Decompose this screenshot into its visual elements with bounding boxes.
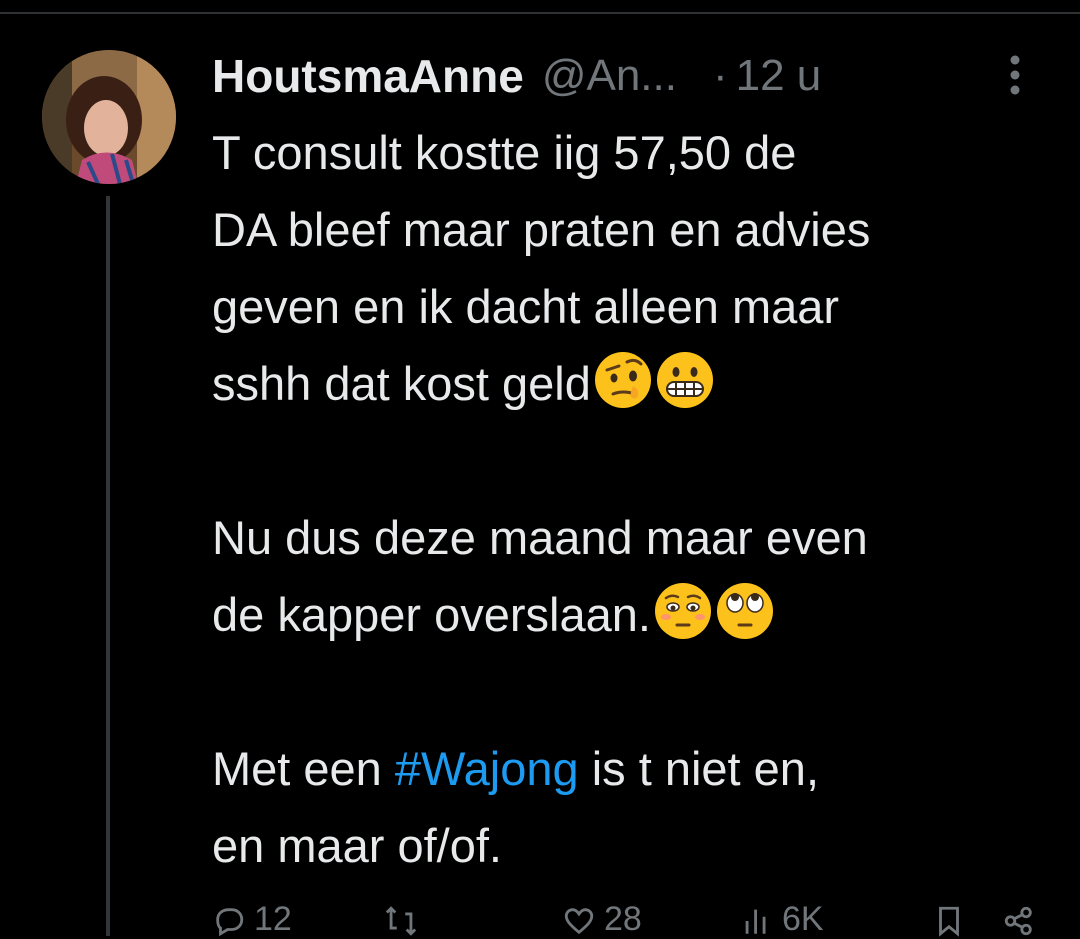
avatar[interactable] bbox=[42, 50, 176, 184]
author-name[interactable]: HoutsmaAnne bbox=[212, 49, 524, 103]
grimacing-emoji bbox=[656, 352, 713, 408]
reply-button[interactable]: 12 bbox=[212, 898, 292, 938]
tweet-line: Nu dus deze maand maar even bbox=[212, 511, 868, 564]
tweet-header: HoutsmaAnne @An... · 12 u bbox=[212, 48, 1080, 104]
more-dots-icon[interactable] bbox=[1000, 50, 1030, 100]
avatar-image bbox=[42, 50, 176, 184]
top-divider bbox=[0, 12, 1080, 14]
tweet-line-text: sshh dat kost geld bbox=[212, 357, 591, 410]
tweet-line-with-emoji: de kapper overslaan. bbox=[212, 576, 1062, 653]
share-button[interactable] bbox=[1002, 898, 1036, 938]
thread-line bbox=[106, 196, 110, 936]
tweet-line: DA bleef maar praten en advies bbox=[212, 203, 871, 256]
tweet-line-with-emoji: sshh dat kost geld bbox=[212, 345, 1062, 422]
views-count: 6K bbox=[782, 900, 824, 938]
heart-icon bbox=[564, 908, 594, 935]
tweet-line: T consult kostte iig 57,50 de bbox=[212, 126, 797, 179]
hashtag-link[interactable]: #Wajong bbox=[395, 742, 579, 795]
reply-count: 12 bbox=[254, 900, 292, 938]
tweet-actions: 12 28 6K bbox=[212, 898, 1052, 938]
bookmark-button[interactable] bbox=[932, 898, 966, 938]
tweet-line: en maar of/of. bbox=[212, 819, 502, 872]
raised-eyebrow-emoji bbox=[594, 352, 651, 408]
like-count: 28 bbox=[604, 900, 642, 938]
eye-roll-emoji bbox=[716, 583, 773, 639]
bookmark-icon bbox=[939, 906, 959, 937]
retweet-icon bbox=[385, 906, 417, 936]
retweet-button[interactable] bbox=[384, 898, 426, 938]
share-icon bbox=[1004, 906, 1032, 936]
tweet-text: T consult kostte iig 57,50 de DA bleef m… bbox=[212, 114, 1062, 884]
tweet-line: geven en ik dacht alleen maar bbox=[212, 280, 840, 333]
views-button[interactable]: 6K bbox=[740, 898, 824, 938]
reply-icon bbox=[216, 908, 244, 937]
tweet-line-text: Met een bbox=[212, 742, 395, 795]
like-button[interactable]: 28 bbox=[562, 898, 642, 938]
tweet-line-with-hashtag: Met een #Wajong is t niet en, bbox=[212, 730, 1062, 807]
author-handle[interactable]: @An... bbox=[542, 51, 677, 101]
header-separator: · bbox=[712, 51, 728, 100]
tweet-line-text: is t niet en, bbox=[578, 742, 820, 795]
tweet-line-text: de kapper overslaan. bbox=[212, 588, 651, 641]
views-icon bbox=[745, 909, 766, 934]
tweet-time[interactable]: 12 u bbox=[736, 51, 822, 101]
relieved-emoji bbox=[654, 583, 711, 639]
